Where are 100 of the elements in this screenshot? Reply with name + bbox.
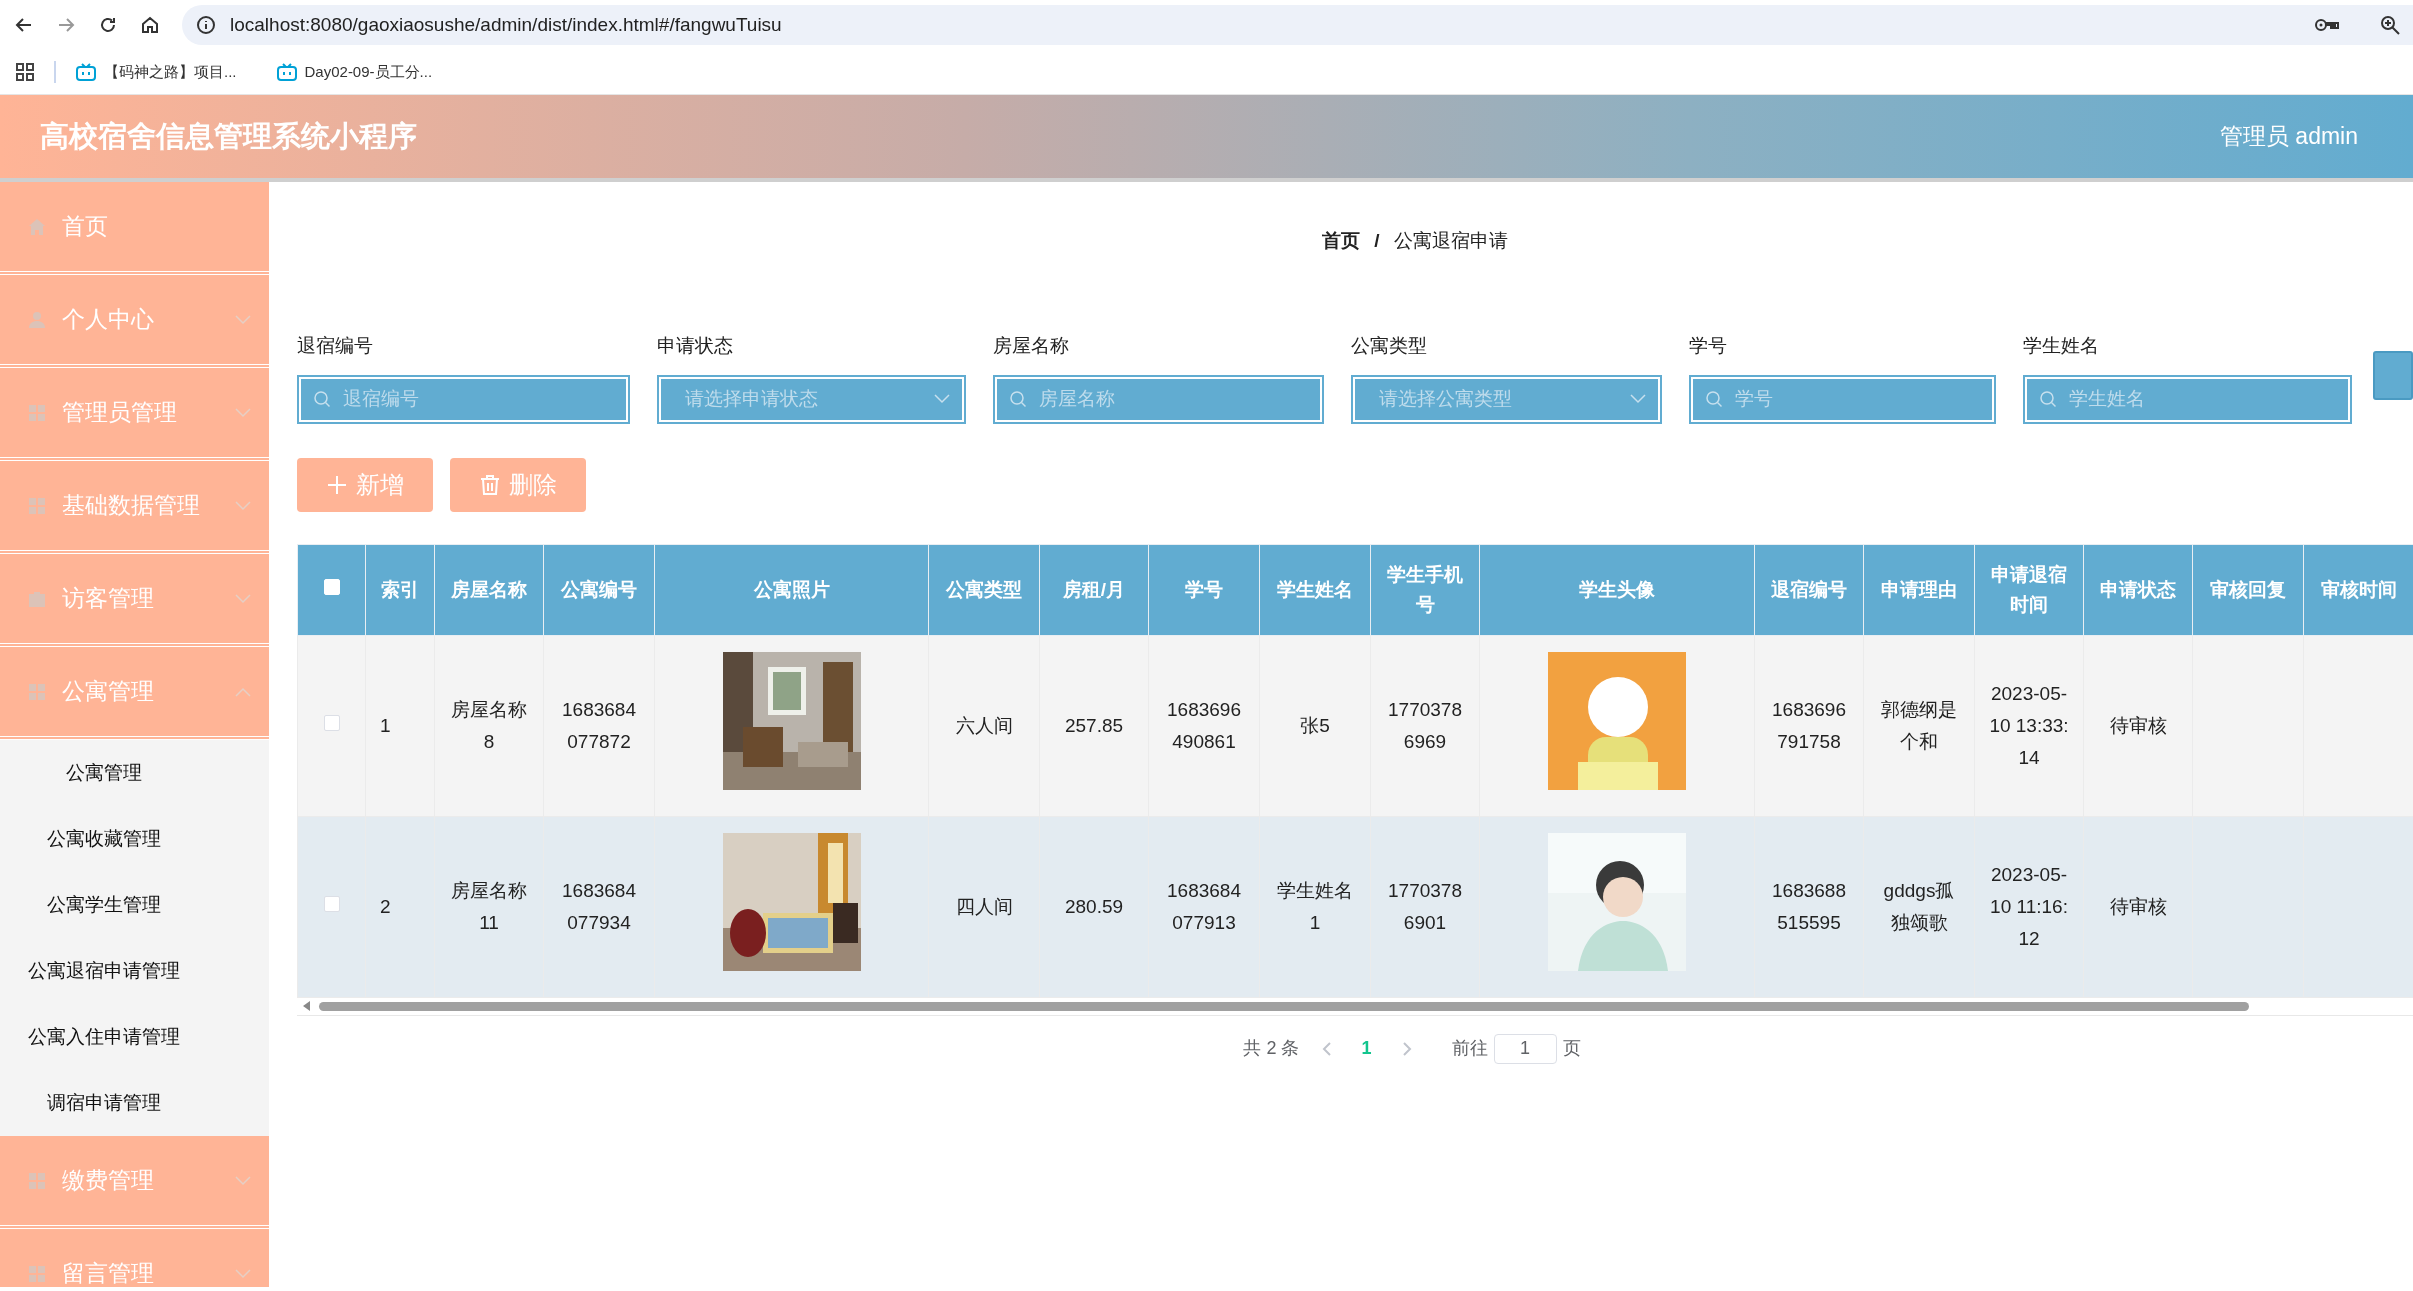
table-cell: 房屋名称11 xyxy=(451,879,527,933)
address-bar[interactable]: localhost:8080/gaoxiaosushe/admin/dist/index.html#/fangwuTuisu xyxy=(182,5,2413,45)
bookmark[interactable]: Day02-09-员工分... xyxy=(276,60,433,84)
reload-icon[interactable] xyxy=(98,15,118,35)
sidebar-item[interactable]: 访客管理 xyxy=(0,554,269,647)
breadcrumb-link[interactable]: 公寓退宿申请 xyxy=(1393,227,1508,332)
table-cell: 1683688515595 xyxy=(1772,879,1846,933)
grid-icon xyxy=(28,496,46,515)
delete-button[interactable]: 删除 xyxy=(450,457,586,512)
submenu-item[interactable]: 公寓退宿申请管理 xyxy=(0,956,208,986)
chevron-icon xyxy=(1629,394,1646,404)
submenu-item[interactable]: 调宿申请管理 xyxy=(0,1088,208,1118)
select-box[interactable]: 请选择公寓类型 xyxy=(1350,374,1662,424)
zoom-icon[interactable] xyxy=(2379,14,2401,36)
tv-icon xyxy=(76,63,96,81)
tv-icon xyxy=(276,63,297,81)
grid-icon xyxy=(28,682,46,701)
table-cell: 1683684077913 xyxy=(1167,879,1241,933)
table-cell: 2023-05-10 13:33:14 xyxy=(1989,682,2069,768)
input-field[interactable]: 学生姓名 xyxy=(2069,384,2336,414)
select-field[interactable]: 请选择公寓类型 xyxy=(1366,384,1618,414)
table-cell: 四人间 xyxy=(955,895,1013,917)
total-count: 共 2 条 xyxy=(1243,1037,1300,1060)
table-cell: 张5 xyxy=(1300,714,1330,736)
apps-icon[interactable] xyxy=(16,63,34,81)
filter-label: 申请状态 xyxy=(656,334,734,358)
filter-label: 学生姓名 xyxy=(2023,334,2101,358)
table-cell: 1683684077934 xyxy=(562,879,636,933)
url-text: localhost:8080/gaoxiaosushe/admin/dist/index.html#/fangwuTuisu xyxy=(230,12,783,37)
app-title: 高校宿舍信息管理系统小程序 xyxy=(40,118,417,154)
table-cell: 17703786901 xyxy=(1388,879,1462,933)
page-input[interactable]: 1 xyxy=(1493,1033,1557,1064)
table-cell: 1683684077872 xyxy=(562,698,636,752)
table-row[interactable]: 2 房屋名称11 1683684077934 四人间 280.59 1683684077913 学生姓名1 17703786901 1683688515595 gddgs孤独颂歌 2023-05-10 11:16:12 待审核 xyxy=(297,816,2413,997)
sidebar-item[interactable]: 首页 xyxy=(0,182,269,275)
table-cell: 1683696490861 xyxy=(1167,698,1241,752)
select-box[interactable]: 请选择申请状态 xyxy=(656,374,966,424)
submenu-item[interactable]: 公寓学生管理 xyxy=(0,890,208,920)
search-button[interactable] xyxy=(2373,350,2413,400)
table-cell: 待审核 xyxy=(2109,895,2167,917)
table-cell: gddgs孤独颂歌 xyxy=(1883,879,1955,933)
key-icon[interactable] xyxy=(2315,17,2339,33)
home-icon[interactable] xyxy=(140,15,160,35)
sidebar-item[interactable]: 个人中心 xyxy=(0,275,269,368)
filter-label: 退宿编号 xyxy=(297,334,374,358)
submenu-item[interactable]: 公寓管理 xyxy=(0,758,208,788)
table-cell: 17703786969 xyxy=(1388,698,1462,752)
table-cell: 房屋名称8 xyxy=(451,698,527,752)
add-button[interactable]: 新增 xyxy=(297,457,433,512)
table-row[interactable]: 1 房屋名称8 1683684077872 六人间 257.85 1683696490861 张5 17703786969 1683696791758 郭德纲是个和 2023-05-10 13:33:14 待审核 xyxy=(297,635,2413,816)
search-icon xyxy=(1008,390,1027,408)
table-cell: 257.85 xyxy=(1064,714,1124,736)
checkbox[interactable] xyxy=(323,714,340,731)
grid-icon xyxy=(28,1264,46,1283)
submenu-item[interactable]: 公寓入住申请管理 xyxy=(0,1022,208,1052)
plus-icon xyxy=(326,473,348,496)
search-box[interactable]: 退宿编号 xyxy=(297,374,630,424)
sidebar-item[interactable]: 公寓管理 xyxy=(0,647,269,740)
search-icon xyxy=(2039,390,2058,408)
table-cell: 待审核 xyxy=(2109,714,2167,736)
table-cell: 2 xyxy=(380,895,391,917)
breadcrumb-link[interactable]: 首页 xyxy=(1322,227,1361,332)
filter-label: 学号 xyxy=(1688,334,1728,358)
search-box[interactable]: 房屋名称 xyxy=(992,374,1324,424)
search-box[interactable]: 学号 xyxy=(1688,374,1997,424)
page-suffix: 页 xyxy=(1562,1037,1581,1060)
page-number[interactable]: 1 xyxy=(1353,1035,1380,1062)
briefcase-icon xyxy=(28,589,46,608)
user-label: 管理员 admin xyxy=(2219,122,2358,152)
info-icon[interactable] xyxy=(196,15,216,35)
search-icon xyxy=(313,390,331,408)
sidebar-item[interactable]: 基础数据管理 xyxy=(0,461,269,554)
table-cell: 郭德纲是个和 xyxy=(1881,698,1957,752)
input-field[interactable]: 退宿编号 xyxy=(343,384,614,414)
submenu-item[interactable]: 公寓收藏管理 xyxy=(0,824,208,854)
breadcrumb-separator: / xyxy=(1374,229,1380,253)
chevron-icon xyxy=(933,394,950,404)
table-cell: 1 xyxy=(380,714,391,736)
checkbox[interactable] xyxy=(323,895,340,912)
grid-icon xyxy=(28,403,46,422)
filter-label: 公寓类型 xyxy=(1350,334,1428,358)
scrollbar-thumb[interactable] xyxy=(319,1001,2249,1011)
filter-label: 房屋名称 xyxy=(992,334,1070,358)
search-box[interactable]: 学生姓名 xyxy=(2023,374,2352,424)
trash-icon xyxy=(479,473,501,496)
sidebar-item[interactable]: 管理员管理 xyxy=(0,368,269,461)
home-icon xyxy=(28,217,46,236)
sidebar-item[interactable]: 缴费管理 xyxy=(0,1136,269,1229)
table-cell: 280.59 xyxy=(1064,895,1124,917)
table-cell: 2023-05-10 11:16:12 xyxy=(1990,863,2068,949)
table-cell: 六人间 xyxy=(955,714,1013,736)
select-field[interactable]: 请选择申请状态 xyxy=(672,384,922,414)
table-cell: 1683696791758 xyxy=(1772,698,1846,752)
goto-label: 前往 xyxy=(1451,1037,1488,1060)
input-field[interactable]: 房屋名称 xyxy=(1038,384,1308,414)
scroll-left-icon[interactable] xyxy=(303,1001,311,1011)
bookmark[interactable]: 【码神之路】项目... xyxy=(76,60,237,84)
input-field[interactable]: 学号 xyxy=(1734,384,1981,414)
table-cell: 学生姓名1 xyxy=(1277,879,1353,933)
sidebar-item[interactable]: 留言管理 xyxy=(0,1229,269,1287)
